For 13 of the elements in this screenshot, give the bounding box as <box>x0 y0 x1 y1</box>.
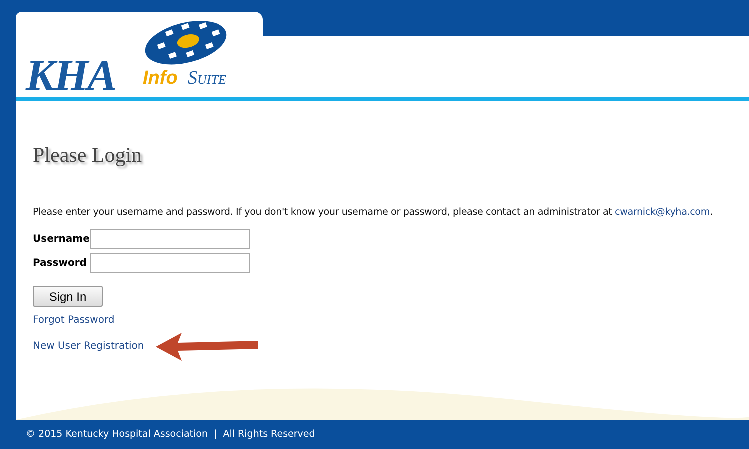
link[interactable]: Forgot Password <box>33 315 115 326</box>
input-field[interactable] <box>90 253 250 273</box>
instructions-text: Please enter your username and password. If you don't know your username or password, please contact an administrator at cwarnick@kyha.com. <box>33 206 713 219</box>
page-heading: Please Login <box>33 143 144 168</box>
logo-product-second: Suite <box>188 68 226 90</box>
email-link[interactable]: cwarnick@kyha.com <box>615 207 710 218</box>
sign-in-button[interactable]: Sign In <box>33 286 103 307</box>
copyright-text: © 2015 Kentucky Hospital Association | All Rights Reserved <box>26 429 316 440</box>
logo-brand: KHA <box>26 50 116 101</box>
link[interactable]: New User Registration <box>33 341 144 352</box>
input-field[interactable] <box>90 229 250 249</box>
logo-product-first: Info <box>143 68 178 90</box>
field-label: Password <box>33 258 86 268</box>
